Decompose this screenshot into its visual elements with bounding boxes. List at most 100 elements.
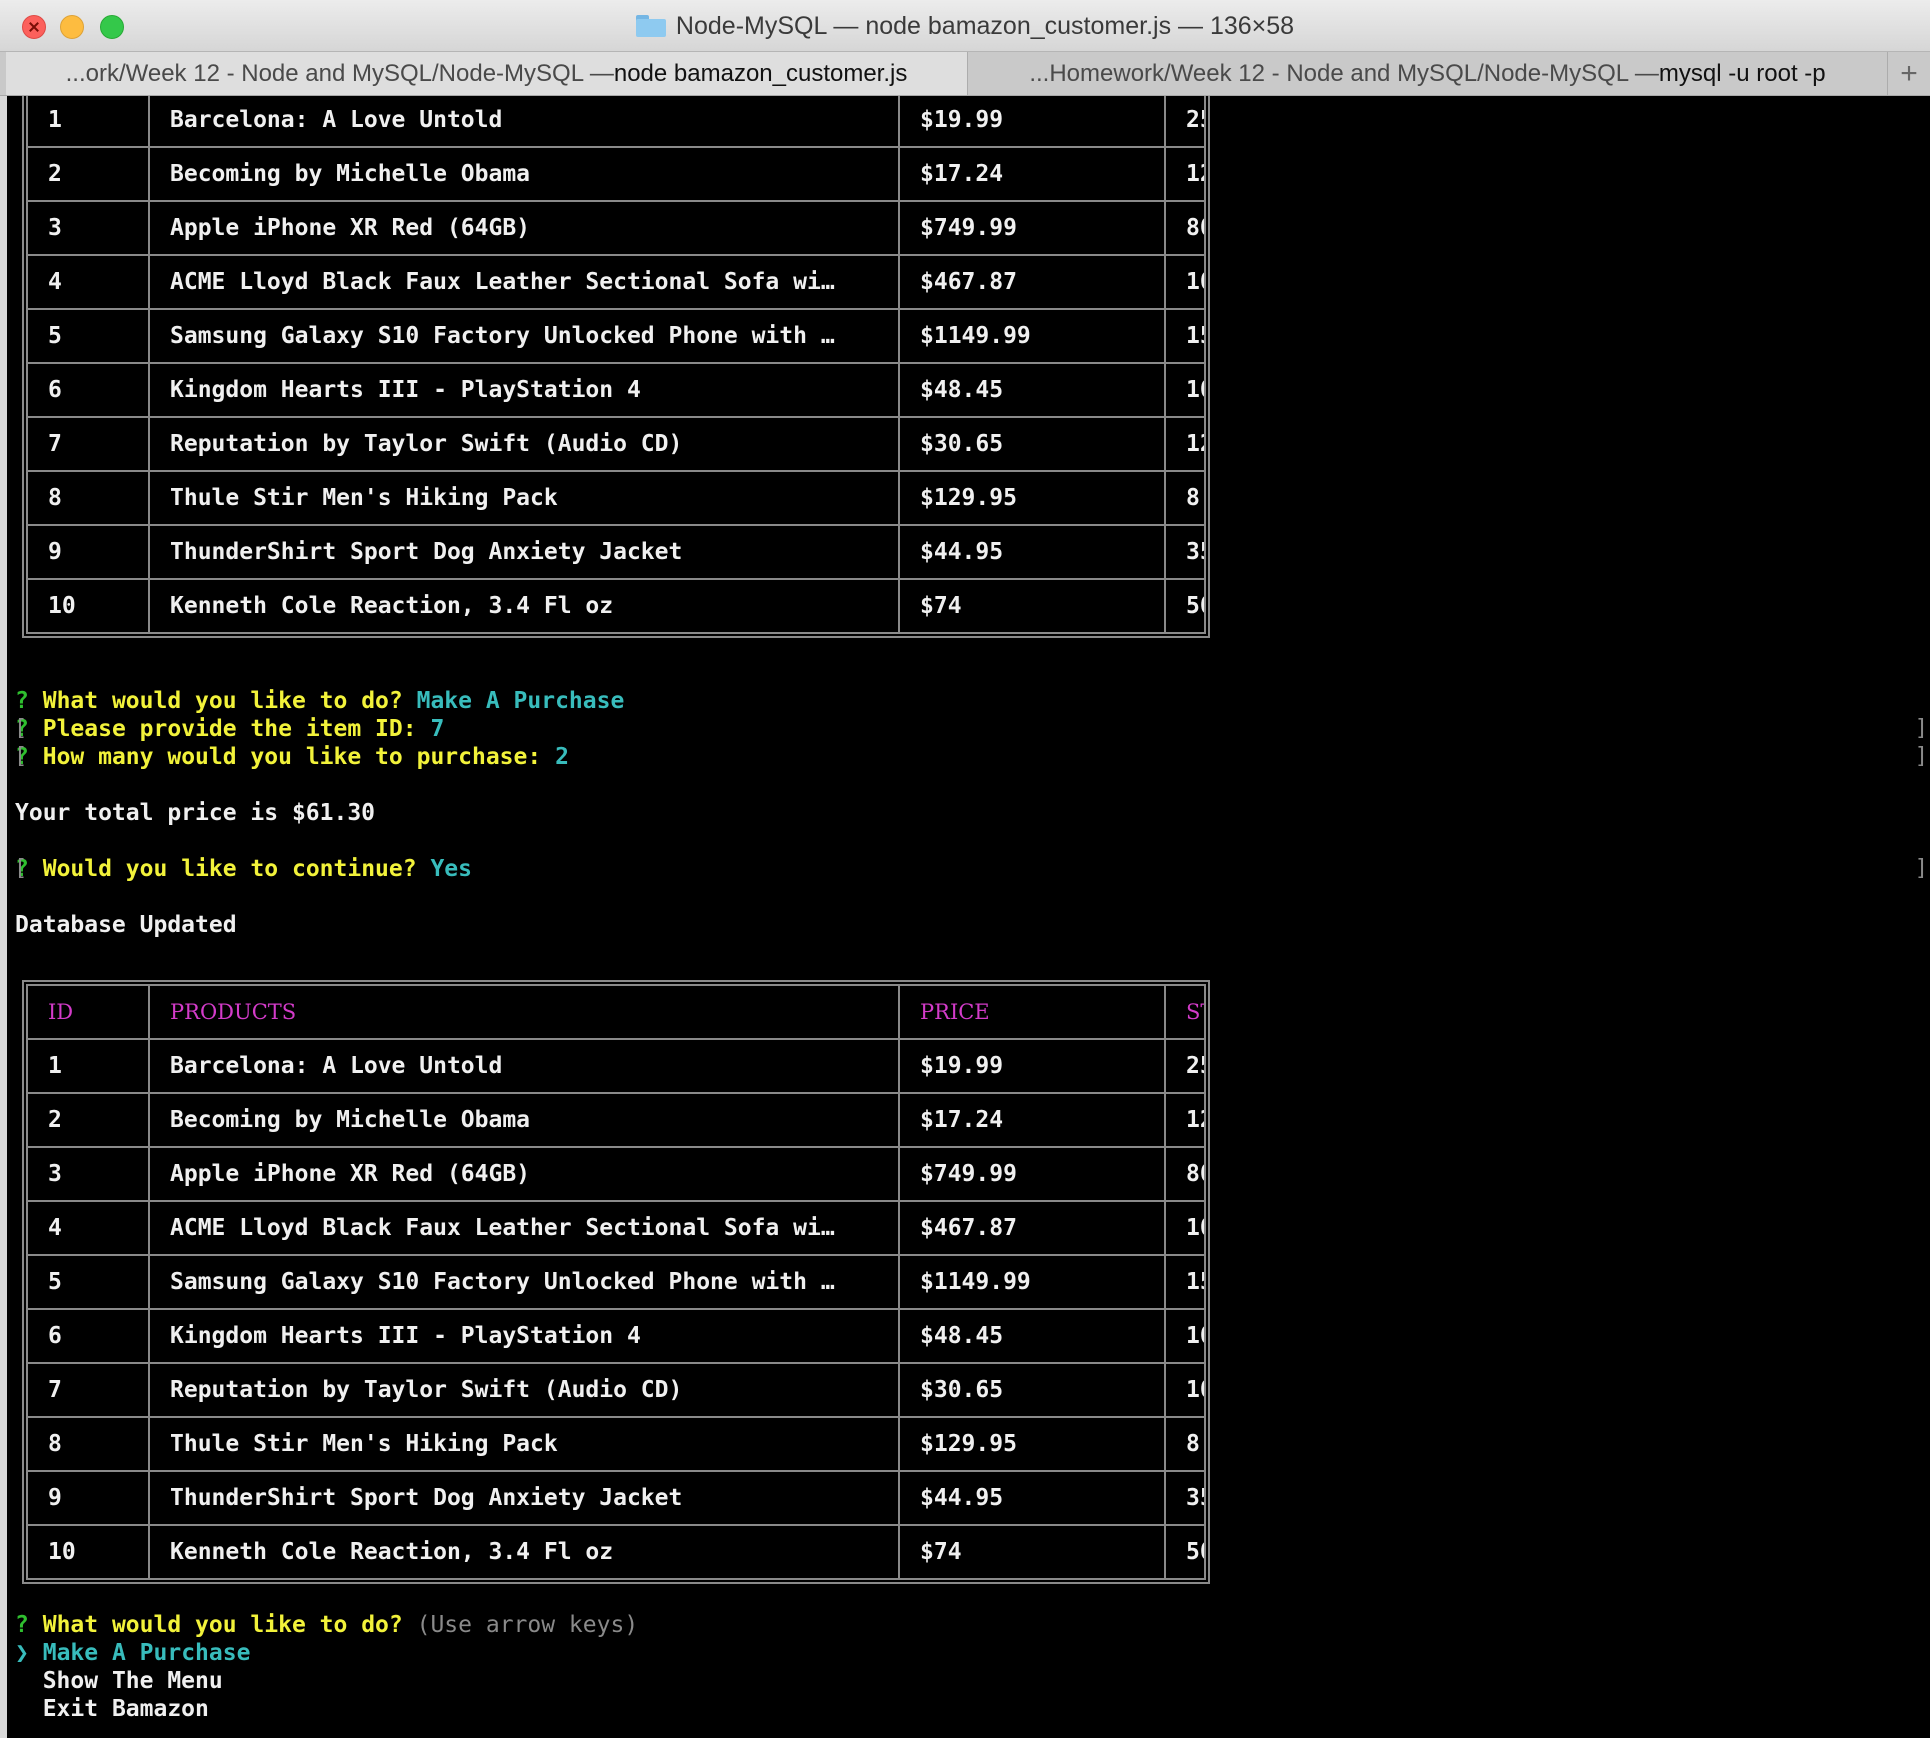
table-row: 10Kenneth Cole Reaction, 3.4 Fl oz$7450: [26, 1524, 1206, 1580]
cell-id: 10: [26, 1524, 150, 1580]
cell-id: 2: [26, 146, 150, 202]
cell-product: Samsung Galaxy S10 Factory Unlocked Phon…: [148, 308, 900, 364]
cell-product: Becoming by Michelle Obama: [148, 1092, 900, 1148]
table-row: 9 ThunderShirt Sport Dog Anxiety Jacket $4…: [26, 524, 1206, 580]
tab-bamazon-customer[interactable]: ...ork/Week 12 - Node and MySQL/Node-MyS…: [6, 52, 968, 95]
cell-product: ACME Lloyd Black Faux Leather Sectional …: [148, 254, 900, 310]
cell-price: $1149.99: [898, 1254, 1166, 1310]
cell-id: 4: [26, 1200, 150, 1256]
database-updated-text: Database Updated: [15, 912, 237, 938]
cell-id: 6: [26, 362, 150, 418]
cell-id: 1: [26, 96, 150, 148]
cell-stock: 10: [1164, 1362, 1206, 1418]
cell-product: Thule Stir Men's Hiking Pack: [148, 470, 900, 526]
cell-product: Reputation by Taylor Swift (Audio CD): [148, 1362, 900, 1418]
cell-stock: 109: [1164, 362, 1206, 418]
window-title-group: Node-MySQL — node bamazon_customer.js — …: [0, 0, 1930, 52]
table-row: 8 Thule Stir Men's Hiking Pack $129.95 8: [26, 1416, 1206, 1472]
cell-product: Reputation by Taylor Swift (Audio CD): [148, 416, 900, 472]
products-table-before: 1Barcelona: A Love Untold$19.99252Becomi…: [22, 96, 1210, 638]
cell-price: $44.95: [898, 1470, 1166, 1526]
menu-option-make-purchase[interactable]: ❯ Make A Purchase: [15, 1640, 250, 1666]
prompt-item-id: [? Please provide the item ID: 7: [14, 716, 444, 742]
cell-stock: 35: [1164, 1470, 1206, 1526]
menu-option-label: Make A Purchase: [42, 1640, 251, 1666]
cell-product: ThunderShirt Sport Dog Anxiety Jacket: [148, 524, 900, 580]
cell-price: $19.99: [898, 96, 1166, 148]
folder-icon: [635, 15, 666, 37]
cell-stock: 120: [1164, 146, 1206, 202]
cell-stock: 8: [1164, 470, 1206, 526]
cell-product: Barcelona: A Love Untold: [148, 1038, 900, 1094]
table-row: 6 Kingdom Hearts III - PlayStation 4 $48.4…: [26, 1308, 1206, 1364]
menu-option-exit[interactable]: Exit Bamazon: [15, 1696, 209, 1722]
cell-stock: 12: [1164, 416, 1206, 472]
question-mark: ?: [15, 688, 29, 714]
cell-stock: 15: [1164, 308, 1206, 364]
tab-bar: ...ork/Week 12 - Node and MySQL/Node-MyS…: [0, 52, 1930, 96]
table-row: 6 Kingdom Hearts III - PlayStation 4 $48.4…: [26, 362, 1206, 418]
cell-id: 9: [26, 1470, 150, 1526]
question-text: Would you like to continue?: [42, 856, 417, 882]
cell-product: Becoming by Michelle Obama: [148, 146, 900, 202]
answer-text: 2: [555, 744, 569, 770]
cell-stock: 25: [1164, 1038, 1206, 1094]
cell-id: 3: [26, 1146, 150, 1202]
cell-price: $48.45: [898, 1308, 1166, 1364]
cell-price: $129.95: [898, 470, 1166, 526]
window-left-edge: [0, 96, 7, 1738]
question-text: How many would you like to purchase:: [42, 744, 542, 770]
cell-stock: 35: [1164, 524, 1206, 580]
cell-price: $17.24: [898, 146, 1166, 202]
pointer-icon: ❯: [15, 1640, 29, 1666]
menu-option-label: Show The Menu: [42, 1668, 223, 1694]
tab-mysql[interactable]: ...Homework/Week 12 - Node and MySQL/Nod…: [968, 52, 1888, 95]
header-stock: STOCK: [1164, 984, 1206, 1040]
cell-stock: 80: [1164, 1146, 1206, 1202]
question-text: Please provide the item ID:: [42, 716, 417, 742]
cell-id: 3: [26, 200, 150, 256]
cell-price: $44.95: [898, 524, 1166, 580]
cell-price: $30.65: [898, 1362, 1166, 1418]
cell-stock: 15: [1164, 1254, 1206, 1310]
prompt-action: ? What would you like to do? Make A Purc…: [15, 688, 624, 714]
cell-id: 8: [26, 1416, 150, 1472]
cell-product: Thule Stir Men's Hiking Pack: [148, 1416, 900, 1472]
header-id: ID: [26, 984, 150, 1040]
table-row: 4 ACME Lloyd Black Faux Leather Sectional…: [26, 1200, 1206, 1256]
tab-command: mysql -u root -p: [1658, 59, 1826, 87]
table-row: 2Becoming by Michelle Obama$17.24120: [26, 146, 1206, 202]
cell-stock: 120: [1164, 1092, 1206, 1148]
title-bar: Node-MySQL — node bamazon_customer.js — …: [0, 0, 1930, 52]
table-row: 7 Reputation by Taylor Swift (Audio CD) $3…: [26, 416, 1206, 472]
cell-product: Apple iPhone XR Red (64GB): [148, 200, 900, 256]
cell-product: Kenneth Cole Reaction, 3.4 Fl oz: [148, 578, 900, 634]
table-row: 7 Reputation by Taylor Swift (Audio CD) $3…: [26, 1362, 1206, 1418]
cell-price: $74: [898, 1524, 1166, 1580]
cell-product: Apple iPhone XR Red (64GB): [148, 1146, 900, 1202]
cell-id: 2: [26, 1092, 150, 1148]
cell-stock: 80: [1164, 200, 1206, 256]
table-row: 3Apple iPhone XR Red (64GB)$749.9980: [26, 1146, 1206, 1202]
cell-price: $17.24: [898, 1092, 1166, 1148]
menu-option-show-menu[interactable]: Show The Menu: [15, 1668, 223, 1694]
prompt-continue: [? Would you like to continue? Yes: [14, 856, 472, 882]
table-row: 2Becoming by Michelle Obama$17.24120: [26, 1092, 1206, 1148]
tab-path: ...ork/Week 12 - Node and MySQL/Node-MyS…: [65, 59, 614, 87]
cell-stock: 50: [1164, 1524, 1206, 1580]
terminal-output[interactable]: 1Barcelona: A Love Untold$19.99252Becomi…: [7, 96, 1930, 1738]
cell-price: $467.87: [898, 1200, 1166, 1256]
cell-product: Kingdom Hearts III - PlayStation 4: [148, 1308, 900, 1364]
table-row: 3Apple iPhone XR Red (64GB)$749.9980: [26, 200, 1206, 256]
cell-price: $74: [898, 578, 1166, 634]
prompt-quantity: [? How many would you like to purchase: …: [14, 744, 569, 770]
table-row: 5 Samsung Galaxy S10 Factory Unlocked Pho…: [26, 1254, 1206, 1310]
cell-product: ThunderShirt Sport Dog Anxiety Jacket: [148, 1470, 900, 1526]
cell-stock: 25: [1164, 96, 1206, 148]
table-row: 9 ThunderShirt Sport Dog Anxiety Jacket $4…: [26, 1470, 1206, 1526]
cell-price: $749.99: [898, 1146, 1166, 1202]
cell-id: 8: [26, 470, 150, 526]
new-tab-button[interactable]: +: [1888, 52, 1930, 95]
header-products: PRODUCTS: [148, 984, 900, 1040]
table-row: 1Barcelona: A Love Untold$19.9925: [26, 1038, 1206, 1094]
